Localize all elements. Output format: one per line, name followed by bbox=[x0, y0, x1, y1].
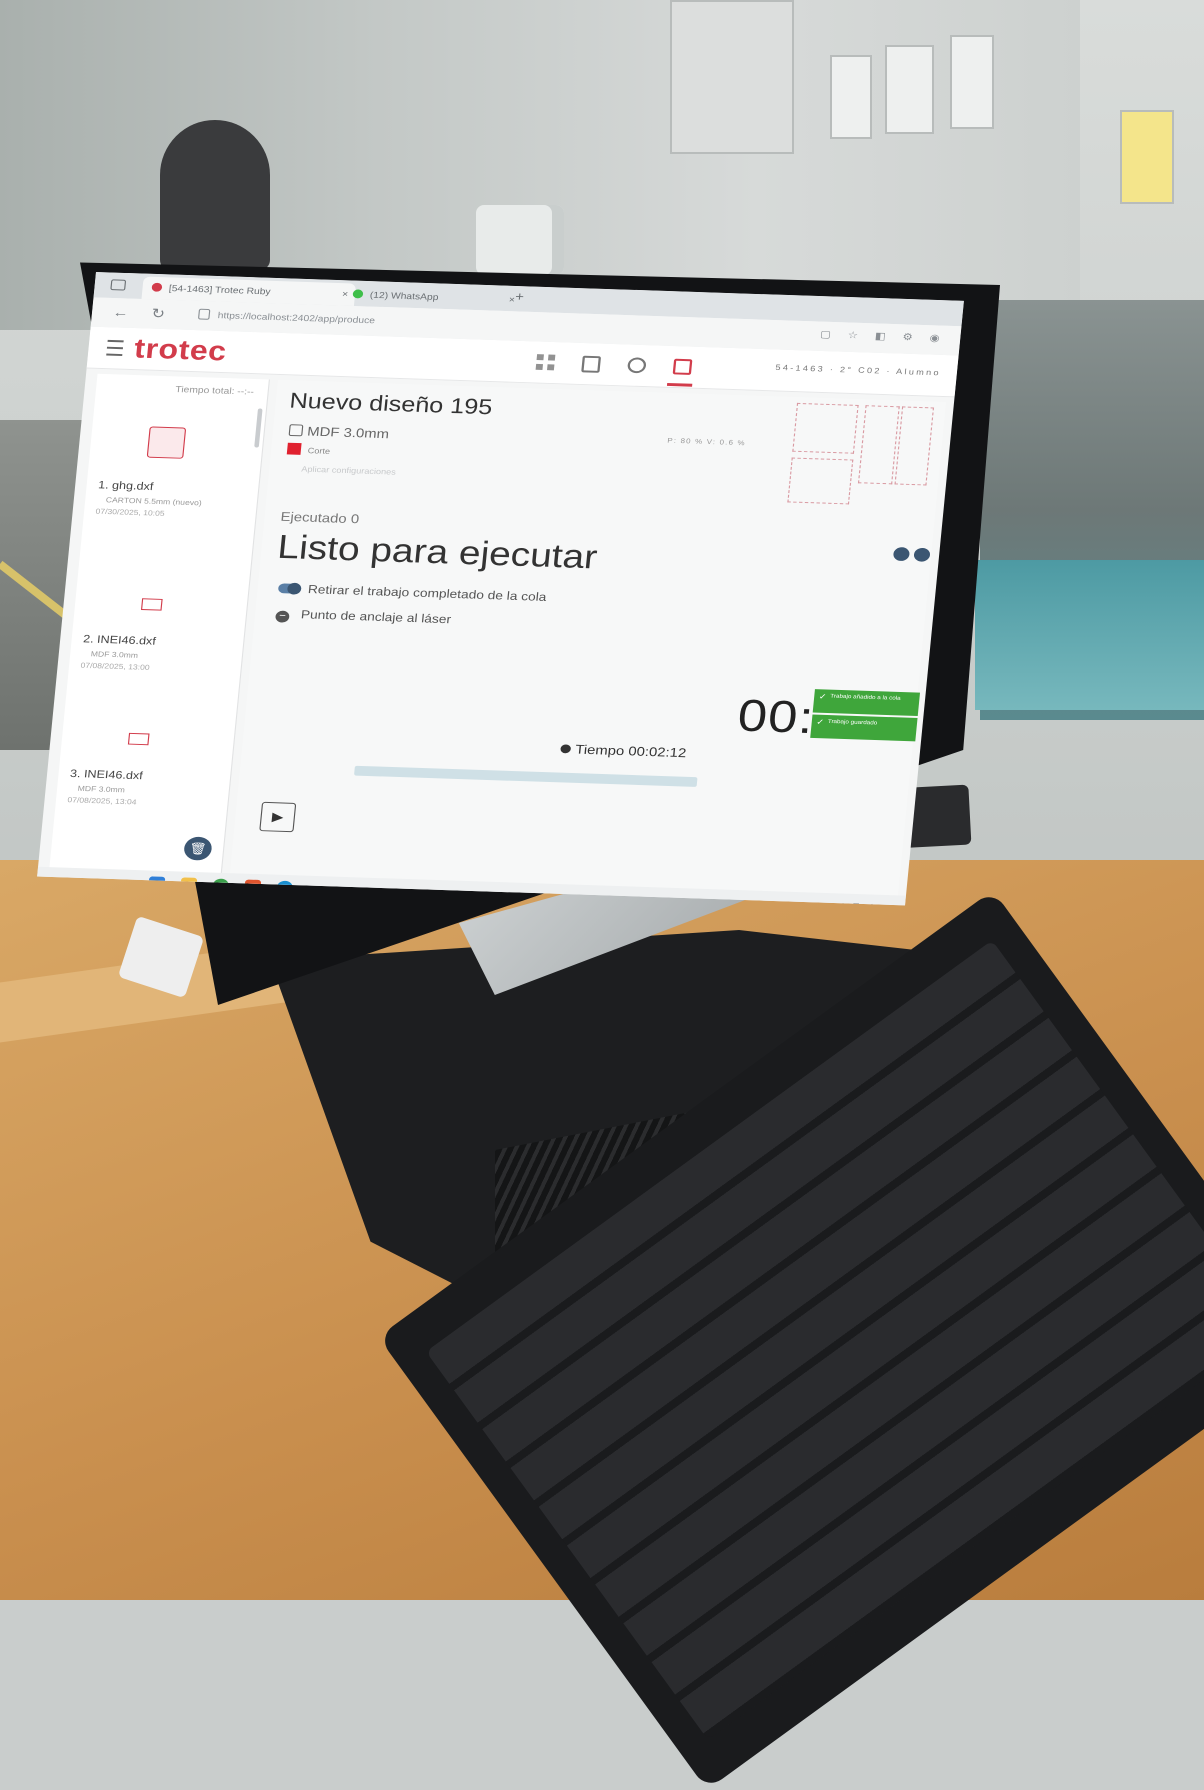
zoom-icon[interactable] bbox=[892, 547, 911, 562]
whatsapp-favicon-icon bbox=[352, 289, 364, 299]
browser-toolbar-icons[interactable]: ▢ ☆ ◧ ⚙ ◉ bbox=[820, 329, 947, 344]
url-field[interactable]: https://localhost:2402/app/produce bbox=[217, 310, 375, 325]
job-date: 07/08/2025, 13:00 bbox=[80, 660, 151, 672]
camera-icon[interactable] bbox=[913, 547, 931, 562]
trash-icon[interactable]: 🗑 bbox=[183, 836, 213, 861]
process-row: Corte bbox=[286, 442, 331, 456]
scrollbar[interactable] bbox=[254, 408, 263, 448]
safety-sign bbox=[670, 0, 794, 154]
process-label: Corte bbox=[307, 446, 331, 456]
job-name: 1. ghg.dxf bbox=[97, 479, 154, 493]
produce-icon[interactable] bbox=[672, 358, 693, 375]
edit-icon[interactable] bbox=[581, 355, 602, 373]
target-icon[interactable] bbox=[626, 357, 647, 374]
warning-sign bbox=[1120, 110, 1174, 204]
prohibition-sign bbox=[830, 55, 872, 139]
job-thumbnail bbox=[140, 598, 163, 611]
job-thumbnail bbox=[127, 732, 150, 746]
queue-item[interactable]: 3. INEI46.dxf MDF 3.0mm 07/08/2025, 13:0… bbox=[67, 731, 222, 806]
process-color-swatch bbox=[286, 442, 302, 455]
material-label: MDF 3.0mm bbox=[306, 423, 390, 442]
option-label: Punto de anclaje al láser bbox=[300, 607, 452, 627]
menu-icon[interactable] bbox=[106, 339, 124, 357]
trotec-logo: trotec bbox=[132, 332, 229, 367]
webcam bbox=[476, 205, 564, 275]
machine-status: 54-1463 · 2° C02 · Alumno bbox=[775, 363, 942, 378]
safety-sign bbox=[950, 35, 994, 129]
job-panel: Nuevo diseño 195 MDF 3.0mm Corte Aplicar… bbox=[229, 379, 947, 898]
lock-icon bbox=[197, 308, 211, 320]
job-time: Tiempo 00:02:12 bbox=[560, 741, 687, 760]
queue-item[interactable]: 2. INEI46.dxf MDF 3.0mm 07/08/2025, 13:0… bbox=[80, 596, 235, 672]
tab-label: (12) WhatsApp bbox=[369, 289, 439, 302]
back-icon[interactable]: ← bbox=[112, 304, 130, 320]
preview-piece bbox=[894, 406, 935, 486]
job-name: 2. INEI46.dxf bbox=[82, 633, 157, 648]
job-date: 07/08/2025, 13:04 bbox=[67, 795, 137, 807]
total-time: Tiempo total: --:-- bbox=[174, 384, 255, 397]
new-tab-button[interactable]: + bbox=[515, 289, 525, 304]
trotec-favicon-icon bbox=[151, 282, 163, 292]
notification-stack: Trabajo añadido a la cola Trabajo guarda… bbox=[810, 689, 921, 743]
material-selector[interactable]: MDF 3.0mm bbox=[288, 423, 390, 442]
anchor-point-option[interactable]: − Punto de anclaje al láser bbox=[274, 607, 452, 628]
job-progress-bar bbox=[353, 765, 698, 787]
job-date: 07/30/2025, 10:05 bbox=[95, 506, 166, 518]
info-icon bbox=[560, 744, 572, 754]
toast-job-saved[interactable]: Trabajo guardado bbox=[810, 714, 918, 742]
design-title: Nuevo diseño 195 bbox=[288, 388, 494, 420]
process-params: P: 80 % V: 0.6 % bbox=[666, 437, 747, 448]
minus-circle-icon[interactable]: − bbox=[274, 610, 290, 623]
monitor-screen: [54-1463] Trotec Ruby × (12) WhatsApp × … bbox=[37, 272, 964, 906]
person-silhouette bbox=[160, 120, 270, 270]
toggle-on[interactable] bbox=[277, 583, 302, 594]
safety-sign bbox=[885, 45, 934, 134]
tab-actions-icon[interactable] bbox=[110, 279, 127, 291]
play-button[interactable]: ▶ bbox=[259, 801, 297, 833]
time-value: Tiempo 00:02:12 bbox=[574, 741, 687, 761]
preview-piece bbox=[792, 402, 859, 454]
job-thumbnail bbox=[146, 426, 187, 459]
job-name: 3. INEI46.dxf bbox=[69, 768, 144, 783]
reload-icon[interactable]: ↻ bbox=[151, 305, 166, 322]
job-material: CARTON 5.5mm (nuevo) bbox=[105, 495, 203, 508]
countdown-timer: 00: bbox=[735, 689, 817, 743]
retire-job-option[interactable]: Retirar el trabajo completado de la cola bbox=[277, 581, 548, 604]
active-mode-indicator bbox=[666, 382, 693, 387]
material-icon bbox=[288, 424, 304, 437]
job-status: Listo para ejecutar bbox=[275, 528, 599, 577]
preview-piece bbox=[787, 457, 854, 505]
executed-count: Ejecutado 0 bbox=[279, 509, 360, 527]
preview-actions bbox=[888, 547, 931, 567]
laser-machine-bed bbox=[975, 560, 1204, 710]
option-label: Retirar el trabajo completado de la cola bbox=[307, 582, 548, 604]
apply-config-link[interactable]: Aplicar configuraciones bbox=[301, 465, 396, 477]
job-material: MDF 3.0mm bbox=[77, 783, 126, 795]
grid-icon[interactable] bbox=[535, 354, 556, 371]
tab-label: [54-1463] Trotec Ruby bbox=[168, 283, 272, 297]
job-material: MDF 3.0mm bbox=[90, 649, 139, 660]
preview-piece bbox=[857, 405, 900, 485]
queue-item[interactable]: 1. ghg.dxf CARTON 5.5mm (nuevo) 07/30/20… bbox=[95, 425, 252, 518]
design-preview[interactable] bbox=[785, 402, 935, 534]
toast-job-added[interactable]: Trabajo añadido a la cola bbox=[812, 689, 921, 717]
